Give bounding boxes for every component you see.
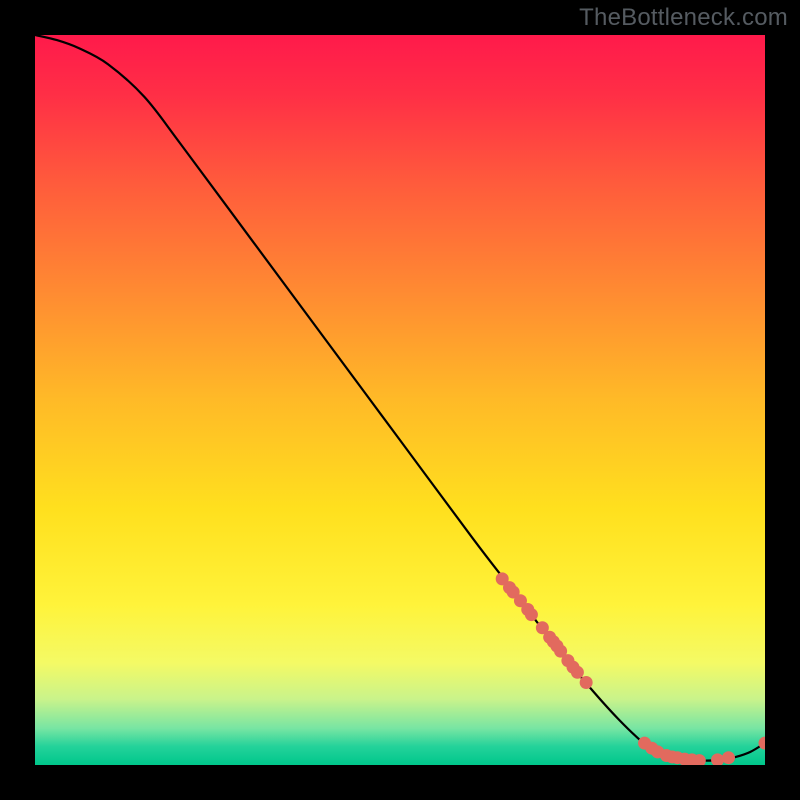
watermark-text: TheBottleneck.com <box>579 4 788 32</box>
plot-svg <box>35 35 765 765</box>
plot-area <box>35 35 765 765</box>
data-point <box>571 666 584 679</box>
data-point <box>525 608 538 621</box>
plot-background <box>35 35 765 765</box>
data-point <box>580 676 593 689</box>
data-point <box>722 751 735 764</box>
chart-frame: TheBottleneck.com <box>0 0 800 800</box>
